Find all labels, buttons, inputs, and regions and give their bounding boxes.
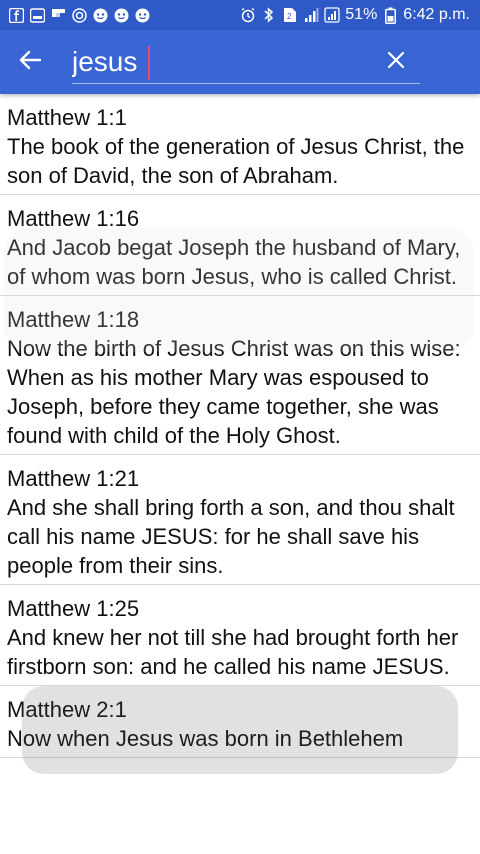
search-field[interactable] (72, 38, 420, 84)
result-item[interactable]: Matthew 1:25 And knew her not till she h… (0, 585, 480, 686)
back-button[interactable] (10, 42, 50, 82)
battery-icon (382, 7, 398, 24)
bluetooth-icon (261, 7, 277, 23)
verse-text: Now the birth of Jesus Christ was on thi… (7, 336, 461, 448)
messenger-icon (92, 7, 108, 23)
signal-icon (303, 7, 319, 23)
result-item[interactable]: Matthew 1:1 The book of the generation o… (0, 94, 480, 195)
target-icon (71, 7, 87, 23)
sim-2-icon: 2 (282, 7, 298, 23)
arrow-left-icon (19, 50, 42, 75)
verse-reference: Matthew 1:18 (7, 307, 140, 332)
search-input[interactable] (72, 42, 372, 82)
flipboard-icon (50, 7, 66, 23)
system-icons: 2 51% 6:42 p.m. (240, 6, 470, 24)
clear-search-button[interactable] (376, 42, 416, 82)
text-caret (148, 46, 150, 80)
facebook-icon (8, 7, 24, 23)
alarm-icon (240, 7, 256, 23)
clock: 6:42 p.m. (403, 6, 470, 23)
verse-text: And knew her not till she had brought fo… (7, 625, 459, 679)
verse-reference: Matthew 1:25 (7, 596, 140, 621)
result-item[interactable]: Matthew 1:21 And she shall bring forth a… (0, 455, 480, 585)
verse-reference: Matthew 1:16 (7, 206, 140, 231)
status-bar: 2 51% 6:42 p.m. (0, 0, 480, 30)
result-item[interactable]: Matthew 1:18 Now the birth of Jesus Chri… (0, 296, 480, 455)
search-results-list[interactable]: Matthew 1:1 The book of the generation o… (0, 94, 480, 854)
gallery-icon (29, 7, 45, 23)
verse-reference: Matthew 1:1 (7, 105, 127, 130)
verse-text: The book of the generation of Jesus Chri… (7, 134, 465, 188)
battery-percent: 51% (345, 6, 378, 23)
messenger-icon-2 (113, 7, 129, 23)
verse-text: And Jacob begat Joseph the husband of Ma… (7, 235, 461, 289)
notification-icons (8, 7, 150, 23)
close-icon (387, 51, 405, 74)
verse-text: Now when Jesus was born in Bethlehem (7, 726, 404, 751)
verse-text: And she shall bring forth a son, and tho… (7, 495, 455, 578)
search-app-bar (0, 30, 480, 94)
svg-text:2: 2 (287, 12, 292, 21)
verse-reference: Matthew 2:1 (7, 697, 127, 722)
result-item[interactable]: Matthew 1:16 And Jacob begat Joseph the … (0, 195, 480, 296)
messenger-icon-3 (134, 7, 150, 23)
signal-icon-2 (324, 7, 340, 23)
verse-reference: Matthew 1:21 (7, 466, 140, 491)
result-item[interactable]: Matthew 2:1 Now when Jesus was born in B… (0, 686, 480, 758)
